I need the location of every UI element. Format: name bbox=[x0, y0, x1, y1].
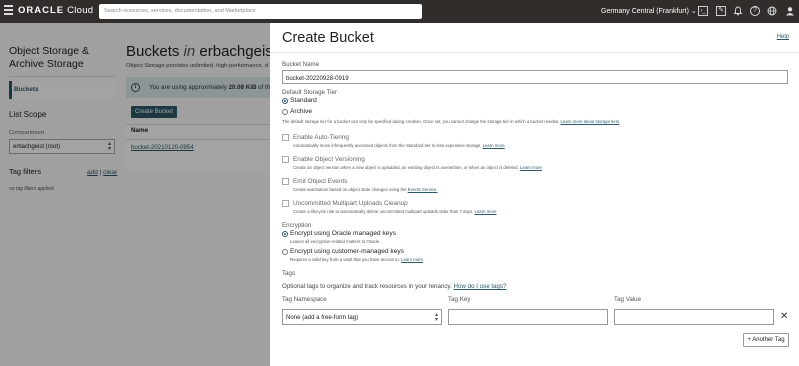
object-versioning-desc: Create an object version when a new obje… bbox=[293, 165, 542, 170]
tag-key-input[interactable] bbox=[448, 309, 608, 325]
tier-standard-radio[interactable]: Standard bbox=[282, 97, 317, 104]
storage-tier-label: Default Storage Tier bbox=[282, 89, 338, 96]
auto-tiering-link[interactable]: Learn more bbox=[483, 143, 505, 148]
radio-selected-icon bbox=[282, 230, 288, 237]
tier-standard-label: Standard bbox=[290, 97, 317, 104]
another-tag-button[interactable]: + Another Tag bbox=[743, 333, 789, 347]
tag-value-label: Tag Value bbox=[614, 296, 642, 303]
object-versioning-label: Enable Object Versioning bbox=[293, 156, 365, 163]
auto-tiering-label: Enable Auto-Tiering bbox=[293, 134, 349, 141]
remove-tag-icon[interactable]: ✕ bbox=[780, 312, 788, 322]
globe-icon[interactable] bbox=[767, 6, 777, 16]
enc-customer-desc: Requires a valid key from a vault that y… bbox=[290, 257, 424, 262]
bucket-name-label: Bucket Name bbox=[282, 61, 320, 68]
tier-archive-radio[interactable]: Archive bbox=[282, 108, 312, 115]
enc-oracle-desc: Leaves all encryption-related matters to… bbox=[290, 239, 381, 244]
bell-icon[interactable] bbox=[733, 6, 743, 16]
tier-archive-label: Archive bbox=[290, 108, 312, 115]
emit-events-desc: Create automation based on object state … bbox=[293, 187, 438, 192]
edit-icon[interactable]: ✎ bbox=[716, 6, 726, 16]
menu-icon[interactable] bbox=[4, 5, 13, 16]
tier-description: The default storage tier for a bucket ca… bbox=[282, 119, 620, 124]
encryption-label: Encryption bbox=[282, 222, 312, 229]
user-icon[interactable] bbox=[785, 6, 795, 16]
tags-label: Tags bbox=[282, 270, 296, 277]
tags-help-link[interactable]: How do I use tags? bbox=[454, 283, 507, 290]
object-versioning-checkbox[interactable] bbox=[282, 156, 289, 163]
enc-oracle-radio[interactable]: Encrypt using Oracle managed keys bbox=[282, 230, 396, 237]
panel-title: Create Bucket bbox=[282, 30, 374, 46]
emit-events-label: Emit Object Events bbox=[293, 178, 348, 185]
storage-tiers-link[interactable]: Learn more about storage tiers bbox=[561, 119, 620, 124]
radio-icon bbox=[282, 248, 288, 255]
events-service-link[interactable]: Events Service. bbox=[408, 187, 438, 192]
create-bucket-panel: Create Bucket Help Bucket Name bucket-20… bbox=[270, 23, 799, 366]
tag-key-label: Tag Key bbox=[448, 296, 471, 303]
auto-tiering-desc: Automatically move infrequently accessed… bbox=[293, 143, 505, 148]
radio-icon bbox=[282, 108, 288, 115]
emit-events-checkbox[interactable] bbox=[282, 178, 289, 185]
divider bbox=[270, 52, 799, 53]
auto-tiering-checkbox[interactable] bbox=[282, 134, 289, 141]
tags-description: Optional tags to organize and track reso… bbox=[282, 283, 507, 290]
top-bar: ORACLE Cloud Search resources, services,… bbox=[0, 0, 799, 23]
multipart-cleanup-label: Uncommitted Multipart Uploads Cleanup bbox=[293, 200, 408, 207]
updown-icon: ▴ ▾ bbox=[434, 312, 438, 323]
multipart-cleanup-checkbox[interactable] bbox=[282, 200, 289, 207]
enc-customer-label: Encrypt using customer-managed keys bbox=[290, 248, 404, 255]
search-input[interactable]: Search resources, services, documentatio… bbox=[99, 4, 422, 19]
help-icon[interactable]: ? bbox=[750, 6, 760, 16]
tag-value-input[interactable] bbox=[614, 309, 774, 325]
tag-namespace-select[interactable]: None (add a free-form tag) ▴ ▾ bbox=[282, 309, 442, 325]
modal-overlay[interactable] bbox=[0, 23, 270, 366]
bucket-name-input[interactable]: bucket-20220928-0919 bbox=[282, 70, 788, 84]
multipart-cleanup-link[interactable]: Learn more bbox=[475, 209, 497, 214]
enc-oracle-label: Encrypt using Oracle managed keys bbox=[290, 230, 396, 237]
code-icon[interactable]: ›_ bbox=[698, 6, 708, 16]
help-link[interactable]: Help bbox=[777, 34, 789, 40]
tag-namespace-label: Tag Namespace bbox=[282, 296, 327, 303]
oracle-cloud-logo[interactable]: ORACLE Cloud bbox=[18, 5, 93, 16]
radio-selected-icon bbox=[282, 97, 288, 104]
multipart-cleanup-desc: Create a lifecycle rule to automatically… bbox=[293, 209, 497, 214]
enc-customer-radio[interactable]: Encrypt using customer-managed keys bbox=[282, 248, 404, 255]
enc-customer-link[interactable]: Learn more bbox=[401, 257, 423, 262]
tag-namespace-value: None (add a free-form tag) bbox=[286, 314, 359, 321]
object-versioning-link[interactable]: Learn more bbox=[520, 165, 542, 170]
region-selector[interactable]: Germany Central (Frankfurt) ⌄ bbox=[601, 7, 697, 15]
